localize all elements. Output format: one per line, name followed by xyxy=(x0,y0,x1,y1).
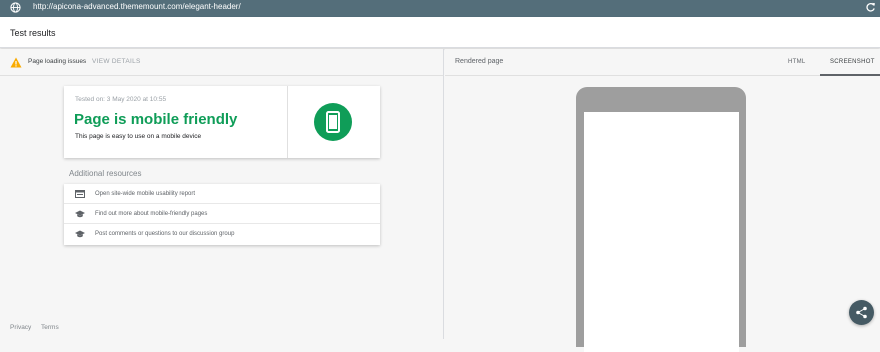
browser-bar: http://apicona-advanced.thememount.com/e… xyxy=(0,0,880,17)
active-tab-indicator xyxy=(820,74,880,76)
share-button[interactable] xyxy=(849,300,874,325)
tab-html[interactable]: HTML xyxy=(788,59,806,65)
footer-links: Privacy Terms xyxy=(10,324,67,331)
resource-item-discussion-group[interactable]: Post comments or questions to our discus… xyxy=(64,224,380,244)
graduation-cap-icon xyxy=(75,210,85,218)
graduation-cap-icon xyxy=(75,230,85,238)
verdict-heading: Page is mobile friendly xyxy=(74,111,238,128)
tested-on-text: Tested on: 3 May 2020 at 10:55 xyxy=(75,96,167,103)
warning-icon xyxy=(10,57,22,68)
share-icon xyxy=(856,306,867,319)
reload-icon[interactable] xyxy=(865,2,876,13)
resource-item-label: Open site-wide mobile usability report xyxy=(95,191,196,197)
view-details-link[interactable]: VIEW DETAILS xyxy=(92,58,141,65)
resource-item-mobile-friendly[interactable]: Find out more about mobile-friendly page… xyxy=(64,204,380,224)
page-title: Test results xyxy=(10,28,56,38)
resource-item-label: Post comments or questions to our discus… xyxy=(95,231,235,237)
rendered-page-header: Rendered page HTML SCREENSHOT xyxy=(445,49,880,76)
resource-item-label: Find out more about mobile-friendly page… xyxy=(95,211,208,217)
rendered-page-panel: Rendered page HTML SCREENSHOT xyxy=(445,49,880,352)
card-divider xyxy=(287,86,288,158)
mobile-phone-icon xyxy=(314,103,352,141)
privacy-link[interactable]: Privacy xyxy=(10,324,31,331)
resources-title: Additional resources xyxy=(69,169,142,178)
resource-item-usability-report[interactable]: Open site-wide mobile usability report xyxy=(64,184,380,204)
results-panel: Page loading issues VIEW DETAILS Tested … xyxy=(0,49,444,339)
terms-link[interactable]: Terms xyxy=(41,324,59,331)
result-card: Tested on: 3 May 2020 at 10:55 Page is m… xyxy=(64,86,380,158)
phone-frame xyxy=(576,87,746,352)
issues-bar: Page loading issues VIEW DETAILS xyxy=(0,49,443,76)
results-header: Test results xyxy=(0,17,880,48)
url-text[interactable]: http://apicona-advanced.thememount.com/e… xyxy=(33,2,241,11)
verdict-description: This page is easy to use on a mobile dev… xyxy=(75,133,202,140)
resources-list: Open site-wide mobile usability report F… xyxy=(64,184,380,245)
tab-screenshot[interactable]: SCREENSHOT xyxy=(830,59,875,65)
rendered-page-label: Rendered page xyxy=(455,58,504,65)
globe-icon xyxy=(10,2,21,13)
issues-label: Page loading issues xyxy=(28,58,87,65)
report-icon xyxy=(75,190,85,198)
phone-screen xyxy=(584,112,739,352)
